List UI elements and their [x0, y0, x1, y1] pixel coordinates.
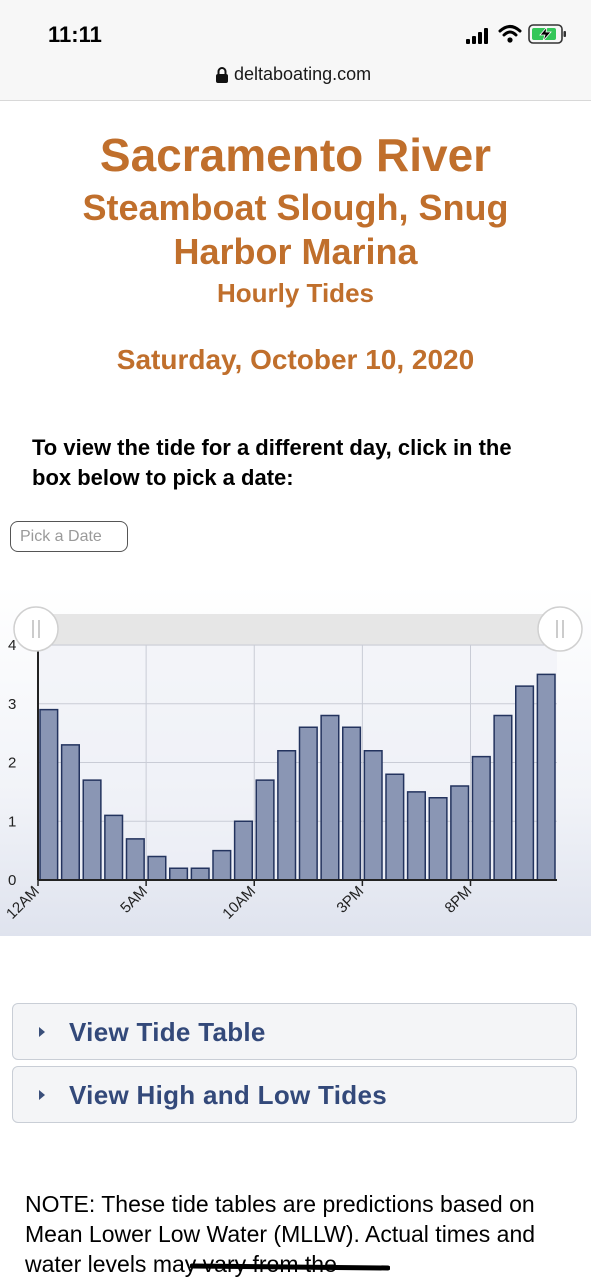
tide-chart: 0123412AM 5AM 10AM 3PM 8PM — [3, 606, 583, 923]
x-tick-label: 8PM — [441, 883, 475, 917]
tide-bar[interactable] — [515, 685, 535, 881]
tide-bar[interactable] — [428, 797, 448, 881]
url-text: deltaboating.com — [234, 64, 372, 84]
tide-bar[interactable] — [125, 838, 145, 881]
tide-bar[interactable] — [471, 755, 491, 881]
tide-bar[interactable] — [147, 855, 167, 881]
location-title: Steamboat Slough, Snug Harbor Marina — [82, 187, 509, 272]
tide-bar[interactable] — [169, 867, 189, 881]
tide-table-accordion[interactable]: View Tide Table — [12, 1003, 577, 1060]
tide-bar[interactable] — [277, 750, 297, 881]
date-instruction: To view the tide for a different day, cl… — [32, 435, 512, 490]
tide-bar[interactable] — [60, 744, 80, 881]
y-tick-label: 2 — [8, 755, 16, 772]
tide-bar[interactable] — [39, 708, 59, 881]
tide-bar[interactable] — [255, 779, 275, 881]
tide-chart-panel: 0 1 2 3 4 12AM 5AM 10AM 3PM 8PM — [0, 585, 591, 936]
tide-bar[interactable] — [104, 814, 124, 881]
tide-bar[interactable] — [493, 714, 513, 881]
tide-bar[interactable] — [385, 773, 405, 881]
caret-right-icon — [39, 1027, 45, 1037]
range-handle-left[interactable] — [13, 606, 59, 652]
caret-right-icon — [39, 1090, 45, 1100]
selected-date: Saturday, October 10, 2020 — [116, 344, 475, 375]
strike-mark — [190, 1263, 390, 1271]
battery-charging-icon — [528, 24, 566, 44]
y-tick-label: 4 — [8, 637, 16, 654]
tide-bar[interactable] — [212, 849, 232, 881]
range-selector-track[interactable] — [36, 614, 560, 646]
lock-icon — [216, 67, 228, 83]
tide-bar[interactable] — [536, 673, 556, 881]
river-title: Sacramento River — [99, 129, 492, 181]
handle-knob — [537, 606, 583, 652]
status-bar: 11:11 — [0, 0, 591, 60]
wifi-icon — [498, 25, 522, 43]
page-subtitle: Hourly Tides — [216, 278, 374, 308]
x-tick-label: 10AM — [219, 883, 259, 923]
handle-knob — [13, 606, 59, 652]
tide-bar[interactable] — [363, 750, 383, 881]
y-tick-label: 1 — [8, 813, 16, 830]
tide-bar[interactable] — [406, 791, 426, 881]
range-handle-right[interactable] — [537, 606, 583, 652]
high-low-tides-accordion[interactable]: View High and Low Tides — [12, 1066, 577, 1123]
tide-bar[interactable] — [320, 714, 340, 881]
accordion-label: View High and Low Tides — [69, 1080, 387, 1110]
date-picker-input[interactable] — [10, 521, 128, 552]
status-time: 11:11 — [48, 22, 102, 47]
signal-icon — [466, 28, 488, 44]
tide-bar[interactable] — [450, 785, 470, 881]
tide-bar[interactable] — [82, 779, 102, 881]
y-tick-label: 3 — [8, 696, 16, 713]
x-tick-label: 5AM — [117, 883, 151, 917]
tide-bar[interactable] — [342, 726, 362, 881]
tide-bar[interactable] — [190, 867, 210, 881]
y-tick-label: 0 — [8, 872, 16, 889]
tide-bar[interactable] — [298, 726, 318, 881]
x-tick-label: 3PM — [333, 883, 367, 917]
accordion-label: View Tide Table — [69, 1017, 266, 1047]
tide-bar[interactable] — [233, 820, 253, 881]
address-bar[interactable]: deltaboating.com — [0, 60, 591, 101]
